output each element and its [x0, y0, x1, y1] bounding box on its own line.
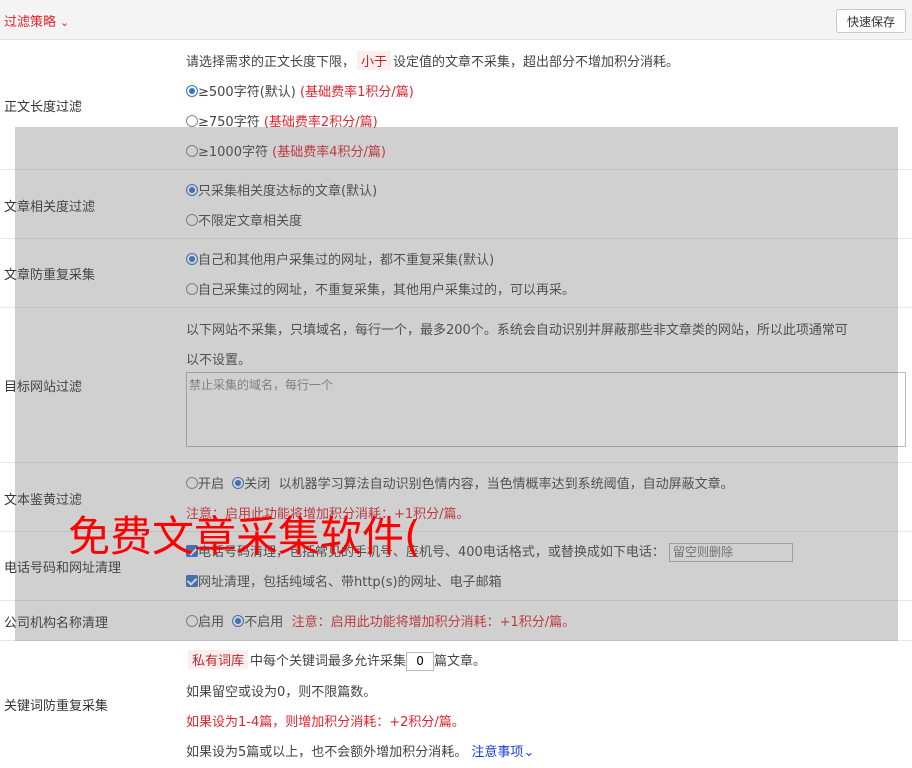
section-title: 过滤策略 [4, 15, 57, 30]
description-text: 设定值的文章不采集，超出部分不增加积分消耗。 [393, 55, 680, 70]
chevron-down-icon: ⌄ [60, 16, 70, 29]
length-filter-row: 正文长度过滤 请选择需求的正文长度下限， 小于 设定值的文章不采集，超出部分不增加积… [0, 40, 912, 170]
dedupe-option-self[interactable]: 自己采集过的网址，不重复采集，其他用户采集过的，可以再采。 [186, 279, 575, 298]
replacement-phone-input[interactable] [668, 542, 793, 562]
option-label: 关闭 [244, 477, 271, 492]
line-text: 中每个关键词最多允许采集 [250, 654, 407, 669]
chevron-down-icon: ⌄ [523, 745, 535, 760]
description-text: 请选择需求的正文长度下限， [186, 55, 356, 70]
company-option-off[interactable]: 不启用 [232, 615, 283, 630]
notes-link[interactable]: 注意事项⌄ [471, 745, 534, 760]
radio-button[interactable] [186, 145, 198, 157]
private-lexicon-link[interactable]: 私有词库 [188, 650, 249, 669]
company-clean-note: 注意：启用此功能将增加积分消耗：+1积分/篇。 [291, 615, 576, 630]
site-filter-description: 以下网站不采集，只填域名，每行一个，最多200个。系统会自动识别并屏蔽那些非文章… [186, 323, 848, 338]
url-clean-checkbox[interactable] [186, 575, 198, 587]
link-label: 注意事项 [471, 745, 524, 760]
option-label: 只采集相关度达标的文章(默认) [198, 184, 378, 199]
line-text: 如果设为5篇或以上，也不会额外增加积分消耗。 [186, 745, 468, 760]
radio-button[interactable] [186, 283, 198, 295]
radio-button[interactable] [186, 253, 198, 265]
section-header: 过滤策略 ⌄ 快速保存 [0, 0, 912, 40]
company-clean-row: 公司机构名称清理 启用 不启用 注意：启用此功能将增加积分消耗：+1积分/篇。 [0, 601, 912, 641]
option-note: (基础费率2积分/篇) [263, 115, 378, 130]
length-filter-description: 请选择需求的正文长度下限， 小于 设定值的文章不采集，超出部分不增加积分消耗。 [186, 51, 679, 70]
dedupe-filter-row: 文章防重复采集 自己和其他用户采集过的网址，都不重复采集(默认) 自己采集过的网… [0, 239, 912, 308]
length-option-500[interactable]: ≥500字符(默认) (基础费率1积分/篇) [186, 81, 414, 100]
row-label: 目标网站过滤 [4, 380, 83, 395]
option-label: 不启用 [244, 615, 284, 630]
option-label: 网址清理，包括纯域名、带http(s)的网址、电子邮箱 [198, 575, 502, 590]
url-clean-option[interactable]: 网址清理，包括纯域名、带http(s)的网址、电子邮箱 [186, 571, 502, 590]
option-label: 自己和其他用户采集过的网址，都不重复采集(默认) [198, 253, 495, 268]
radio-button[interactable] [186, 115, 198, 127]
keyword-note-cost: 如果设为1-4篇，则增加积分消耗：+2积分/篇。 [186, 715, 465, 730]
option-label: 启用 [198, 615, 225, 630]
watermark-text: 免费文章采集软件( [68, 512, 421, 561]
less-than-tag: 小于 [357, 51, 392, 70]
option-label: ≥1000字符 [198, 145, 268, 160]
radio-button[interactable] [186, 184, 198, 196]
option-label: ≥500字符(默认) [198, 85, 296, 100]
filter-strategy-page: 过滤策略 ⌄ 快速保存 正文长度过滤 请选择需求的正文长度下限， 小于 设定值的文章不… [0, 0, 912, 768]
radio-button[interactable] [186, 214, 198, 226]
blocked-domains-textarea[interactable] [186, 372, 906, 447]
option-label: 开启 [198, 477, 225, 492]
keyword-note-free: 如果设为5篇或以上，也不会额外增加积分消耗。 注意事项⌄ [186, 741, 534, 760]
length-option-750[interactable]: ≥750字符 (基础费率2积分/篇) [186, 111, 378, 130]
row-label: 公司机构名称清理 [4, 616, 109, 631]
porn-option-on[interactable]: 开启 [186, 477, 224, 492]
max-articles-input[interactable] [406, 651, 435, 671]
porn-option-off[interactable]: 关闭 [232, 477, 270, 492]
option-note: (基础费率1积分/篇) [300, 85, 414, 100]
line-text: 篇文章。 [434, 654, 487, 669]
quick-save-button[interactable]: 快速保存 [836, 9, 906, 33]
option-label: 不限定文章相关度 [198, 214, 303, 229]
dedupe-option-global[interactable]: 自己和其他用户采集过的网址，都不重复采集(默认) [186, 249, 494, 268]
radio-button[interactable] [186, 477, 198, 489]
relevance-option-any[interactable]: 不限定文章相关度 [186, 210, 302, 229]
option-label: 自己采集过的网址，不重复采集，其他用户采集过的，可以再采。 [198, 283, 576, 298]
keyword-dedupe-row: 关键词防重复采集 私有词库中每个关键词最多允许采集 篇文章。 如果留空或设为0，则… [0, 641, 912, 768]
keyword-note-unlimited: 如果留空或设为0，则不限篇数。 [186, 685, 377, 700]
section-toggle[interactable]: 过滤策略 ⌄ [4, 11, 69, 30]
site-filter-description-cont: 以不设置。 [186, 353, 252, 368]
radio-button[interactable] [186, 615, 198, 627]
relevance-filter-row: 文章相关度过滤 只采集相关度达标的文章(默认) 不限定文章相关度 [0, 170, 912, 239]
length-option-1000[interactable]: ≥1000字符 (基础费率4积分/篇) [186, 141, 386, 160]
company-clean-options: 启用 不启用 注意：启用此功能将增加积分消耗：+1积分/篇。 [186, 611, 575, 630]
keyword-limit-line: 私有词库中每个关键词最多允许采集 篇文章。 [186, 650, 486, 671]
porn-filter-options: 开启 关闭 以机器学习算法自动识别色情内容，当色情概率达到系统阈值，自动屏蔽文章… [186, 473, 734, 492]
row-label: 文章防重复采集 [4, 268, 96, 283]
row-label: 正文长度过滤 [4, 100, 83, 115]
relevance-option-required[interactable]: 只采集相关度达标的文章(默认) [186, 180, 377, 199]
row-label: 文章相关度过滤 [4, 200, 96, 215]
radio-button[interactable] [186, 85, 198, 97]
radio-button[interactable] [232, 615, 245, 627]
option-label: ≥750字符 [198, 115, 260, 130]
company-option-on[interactable]: 启用 [186, 615, 224, 630]
porn-filter-description: 以机器学习算法自动识别色情内容，当色情概率达到系统阈值，自动屏蔽文章。 [278, 477, 734, 492]
radio-button[interactable] [232, 477, 245, 489]
option-note: (基础费率4积分/篇) [272, 145, 386, 160]
row-label: 关键词防重复采集 [4, 699, 109, 714]
